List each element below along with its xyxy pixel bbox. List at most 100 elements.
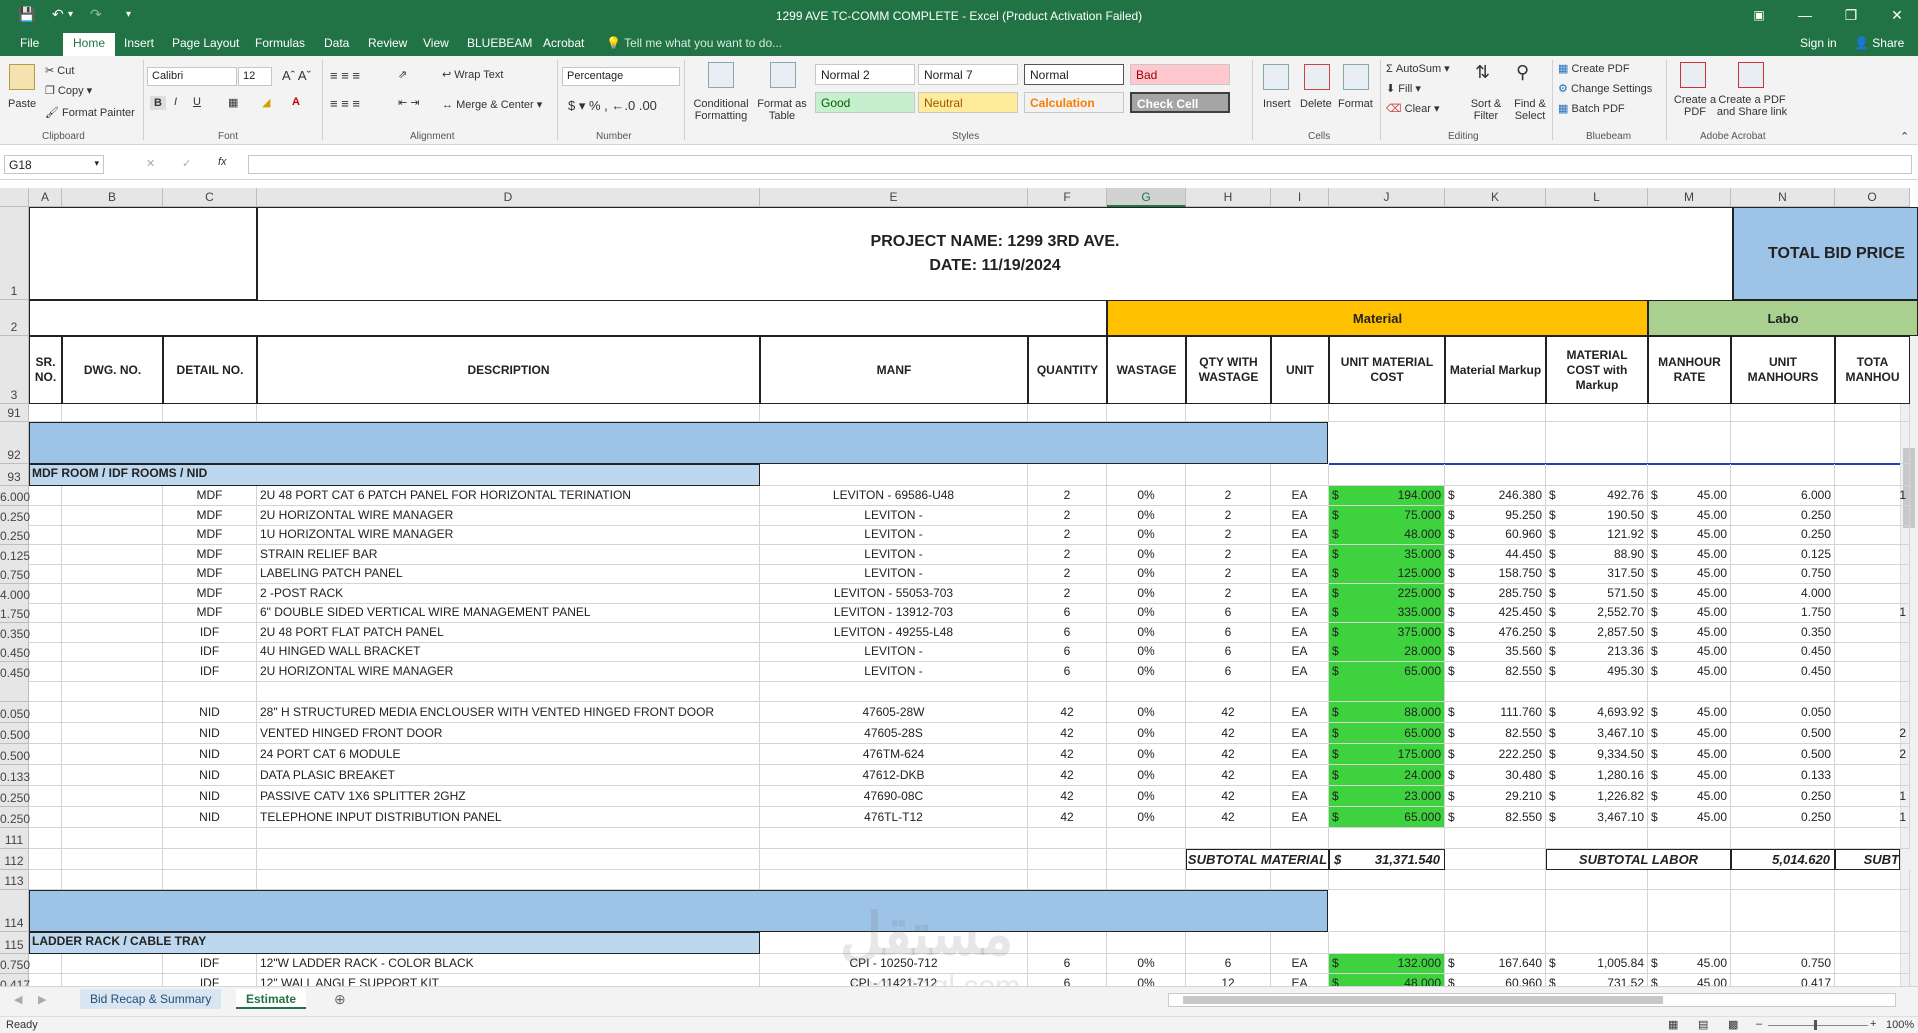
cell-o[interactable]: 1 bbox=[1835, 486, 1910, 506]
insert-function-icon[interactable]: fx bbox=[218, 156, 227, 168]
cell-n[interactable]: 0.250 bbox=[1731, 786, 1835, 807]
cell-c[interactable]: NID bbox=[163, 702, 257, 723]
cell-f[interactable]: 42 bbox=[1028, 744, 1107, 765]
row-header[interactable]: 2 bbox=[0, 300, 29, 336]
cell-m[interactable]: $45.00 bbox=[1648, 702, 1731, 723]
cell-a[interactable] bbox=[29, 525, 62, 545]
cell-n[interactable]: 0.750 bbox=[1731, 954, 1835, 974]
empty-cell[interactable] bbox=[1731, 404, 1835, 422]
cell-o[interactable] bbox=[1835, 642, 1910, 662]
empty-cell[interactable] bbox=[62, 828, 163, 849]
empty-cell[interactable] bbox=[1835, 932, 1910, 954]
acrobat-create-pdf-button[interactable]: Create a PDF bbox=[1672, 94, 1718, 118]
row-header[interactable]: 0.133 bbox=[0, 765, 30, 786]
prev-sheet-icon[interactable]: ◀ bbox=[14, 993, 22, 1006]
cell-h[interactable]: 42 bbox=[1186, 702, 1271, 723]
new-sheet-icon[interactable]: ⊕ bbox=[334, 991, 346, 1008]
cell-m[interactable]: $45.00 bbox=[1648, 765, 1731, 786]
cell-i[interactable]: EA bbox=[1271, 506, 1329, 526]
empty-cell[interactable] bbox=[1186, 828, 1271, 849]
cell-a[interactable] bbox=[29, 506, 62, 526]
horizontal-scrollbar[interactable] bbox=[1168, 993, 1896, 1007]
empty-cell[interactable] bbox=[1329, 422, 1445, 464]
cell-g[interactable]: 0% bbox=[1107, 744, 1186, 765]
empty-cell[interactable] bbox=[163, 849, 257, 870]
empty-cell[interactable] bbox=[163, 870, 257, 890]
cell-o[interactable] bbox=[1835, 702, 1910, 723]
empty-cell[interactable] bbox=[1648, 422, 1731, 464]
cell-g[interactable]: 0% bbox=[1107, 525, 1186, 545]
tab-insert[interactable]: Insert bbox=[124, 36, 154, 50]
empty-cell[interactable] bbox=[1731, 828, 1835, 849]
empty-cell[interactable] bbox=[1028, 404, 1107, 422]
row-header[interactable]: 0.250 bbox=[0, 786, 30, 807]
cell-n[interactable]: 0.125 bbox=[1731, 545, 1835, 565]
empty-cell[interactable] bbox=[1271, 932, 1329, 954]
cell-b[interactable] bbox=[62, 564, 163, 584]
batch-pdf-button[interactable]: ▦ Batch PDF bbox=[1558, 102, 1625, 115]
page-layout-view-icon[interactable]: ▤ bbox=[1698, 1018, 1708, 1031]
accounting-icon[interactable]: $ ▾ % , ←.0 .00 bbox=[568, 98, 657, 114]
cell-j[interactable]: $28.000 bbox=[1329, 642, 1445, 662]
empty-cell[interactable] bbox=[163, 828, 257, 849]
cell-g[interactable]: 0% bbox=[1107, 584, 1186, 604]
empty-cell[interactable] bbox=[29, 849, 62, 870]
row-header[interactable]: 4.000 bbox=[0, 584, 30, 604]
column-header-k[interactable]: K bbox=[1445, 188, 1546, 207]
cell-j[interactable]: $225.000 bbox=[1329, 584, 1445, 604]
zoom-slider[interactable] bbox=[1768, 1025, 1868, 1026]
column-header-d[interactable]: D bbox=[257, 188, 760, 207]
cancel-icon[interactable]: ✕ bbox=[146, 157, 155, 170]
acrobat-create-icon[interactable] bbox=[1680, 62, 1706, 88]
cell-m[interactable]: $45.00 bbox=[1648, 603, 1731, 623]
cell-d[interactable]: 4U HINGED WALL BRACKET bbox=[257, 642, 760, 662]
horizontal-scroll-thumb[interactable] bbox=[1183, 996, 1663, 1004]
acrobat-share-icon[interactable] bbox=[1738, 62, 1764, 88]
cell-l[interactable]: $1,280.16 bbox=[1546, 765, 1648, 786]
close-icon[interactable]: ✕ bbox=[1880, 4, 1914, 26]
empty-cell[interactable] bbox=[1445, 422, 1546, 464]
font-color-icon[interactable]: A bbox=[292, 96, 300, 108]
cell-i[interactable]: EA bbox=[1271, 486, 1329, 506]
align-left-icon[interactable]: ≡ ≡ ≡ bbox=[330, 96, 360, 111]
sign-in-link[interactable]: Sign in bbox=[1800, 36, 1837, 50]
column-header-j[interactable]: J bbox=[1329, 188, 1445, 207]
cell-h[interactable] bbox=[1186, 681, 1271, 702]
cell-g[interactable]: 0% bbox=[1107, 702, 1186, 723]
cut-button[interactable]: ✂ Cut bbox=[45, 64, 74, 77]
row-header[interactable]: 0.050 bbox=[0, 702, 30, 723]
cell-o[interactable] bbox=[1835, 974, 1910, 986]
column-header-f[interactable]: F bbox=[1028, 188, 1107, 207]
ribbon-display-icon[interactable]: ▣ bbox=[1742, 4, 1776, 26]
cell-n[interactable]: 0.350 bbox=[1731, 623, 1835, 643]
empty-cell[interactable] bbox=[1107, 932, 1186, 954]
empty-cell[interactable] bbox=[1731, 932, 1835, 954]
empty-cell[interactable] bbox=[1186, 404, 1271, 422]
cell-l[interactable]: $3,467.10 bbox=[1546, 807, 1648, 828]
find-select-icon[interactable]: ⚲ bbox=[1516, 62, 1529, 83]
empty-cell[interactable] bbox=[1835, 464, 1910, 486]
cell-e[interactable]: LEVITON - 13912-703 bbox=[760, 603, 1028, 623]
cell-b[interactable] bbox=[62, 506, 163, 526]
column-header-m[interactable]: M bbox=[1648, 188, 1731, 207]
cell-n[interactable]: 6.000 bbox=[1731, 486, 1835, 506]
cell-g[interactable]: 0% bbox=[1107, 954, 1186, 974]
cell-b[interactable] bbox=[62, 642, 163, 662]
row-header[interactable]: 114 bbox=[0, 890, 29, 932]
autosum-button[interactable]: Σ AutoSum ▾ bbox=[1386, 62, 1450, 75]
cell-d[interactable]: TELEPHONE INPUT DISTRIBUTION PANEL bbox=[257, 807, 760, 828]
empty-cell[interactable] bbox=[29, 404, 62, 422]
cell-n[interactable]: 0.500 bbox=[1731, 723, 1835, 744]
tab-home[interactable]: Home bbox=[63, 33, 116, 56]
row-header[interactable]: 6.000 bbox=[0, 486, 30, 506]
cell-d[interactable]: VENTED HINGED FRONT DOOR bbox=[257, 723, 760, 744]
cell-i[interactable]: EA bbox=[1271, 564, 1329, 584]
cell-n[interactable]: 0.133 bbox=[1731, 765, 1835, 786]
cell-m[interactable]: $45.00 bbox=[1648, 584, 1731, 604]
cell-a[interactable] bbox=[29, 486, 62, 506]
italic-button[interactable]: I bbox=[174, 96, 177, 108]
tab-acrobat[interactable]: Acrobat bbox=[543, 36, 584, 50]
cell-j[interactable]: $48.000 bbox=[1329, 974, 1445, 986]
cell-h[interactable]: 2 bbox=[1186, 525, 1271, 545]
cell-l[interactable]: $1,226.82 bbox=[1546, 786, 1648, 807]
